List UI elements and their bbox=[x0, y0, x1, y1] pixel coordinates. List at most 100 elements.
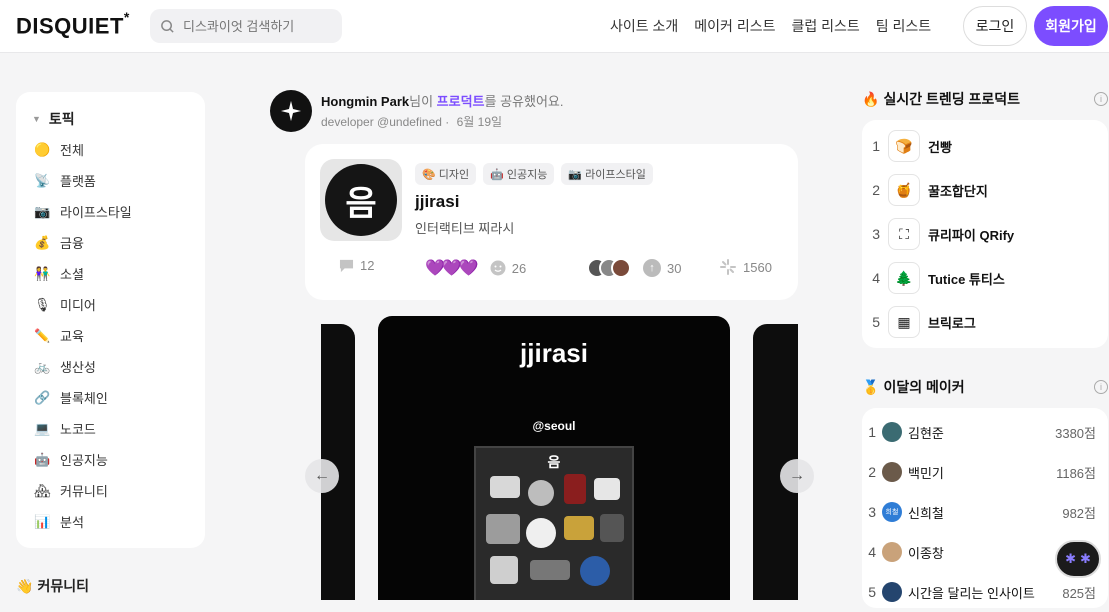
product-name[interactable]: jjirasi bbox=[415, 192, 459, 212]
login-button[interactable]: 로그인 bbox=[963, 6, 1027, 46]
sidebar-item-topic[interactable]: ✏️ 교육 bbox=[16, 320, 205, 351]
nav-clubs[interactable]: 클럽 리스트 bbox=[791, 16, 859, 36]
trending-rank: 5 bbox=[872, 314, 880, 330]
trending-item[interactable]: 2 🍯 꿀조합단지 bbox=[862, 168, 1108, 212]
sidebar-item-topic[interactable]: 🚲 생산성 bbox=[16, 351, 205, 382]
sidebar-item-topic[interactable]: 📊 분석 bbox=[16, 506, 205, 537]
makers-list: 1 김현준 3380점 2 백민기 1186점 3 희철 신희철 982점 4 이종창 5 시간을 달리는… bbox=[862, 408, 1108, 608]
trending-item[interactable]: 4 🌲 Tutice 튜티스 bbox=[862, 256, 1108, 300]
main-nav: 사이트 소개 메이커 리스트 클럽 리스트 팀 리스트 bbox=[610, 16, 931, 36]
tag-lifestyle[interactable]: 📷 라이프스타일 bbox=[561, 163, 653, 185]
nav-teams[interactable]: 팀 리스트 bbox=[876, 16, 931, 36]
carousel-current-slide[interactable]: jjirasi @seoul 음 bbox=[378, 316, 730, 600]
trending-item[interactable]: 5 ▦ 브릭로그 bbox=[862, 300, 1108, 344]
sidebar-item-label: 전체 bbox=[60, 143, 84, 158]
sparkle-burst-icon bbox=[720, 259, 736, 275]
nav-about[interactable]: 사이트 소개 bbox=[610, 16, 678, 36]
photo-heading-glyph: 음 bbox=[547, 454, 561, 470]
product-description: 인터랙티브 찌라시 bbox=[415, 221, 515, 236]
nav-makers[interactable]: 메이커 리스트 bbox=[694, 16, 775, 36]
product-logo-icon: 🌲 bbox=[888, 262, 920, 294]
info-icon[interactable]: i bbox=[1094, 92, 1108, 106]
fire-icon: 🔥 bbox=[862, 90, 880, 107]
maker-points: 3380점 bbox=[1055, 425, 1096, 441]
product-link[interactable]: 프로덕트 bbox=[437, 94, 485, 109]
action-prefix: 님이 bbox=[409, 94, 437, 109]
reaction-stat[interactable]: 💜💜💜 26 bbox=[425, 258, 526, 278]
topic-icon: 🟡 bbox=[34, 141, 51, 157]
post-action-line: Hongmin Park님이 프로덕트를 공유했어요. bbox=[321, 91, 564, 110]
sidebar-item-topic[interactable]: 🏘 커뮤니티 bbox=[16, 475, 205, 506]
sidebar-item-topic[interactable]: 📷 라이프스타일 bbox=[16, 196, 205, 227]
sidebar-item-label: 생산성 bbox=[60, 360, 96, 375]
sidebar-item-topic[interactable]: 💰 금융 bbox=[16, 227, 205, 258]
sparkle-icon bbox=[280, 100, 302, 122]
tag-ai[interactable]: 🤖 인공지능 bbox=[483, 163, 555, 185]
product-stats: 12 💜💜💜 26 ↑ 30 1560 bbox=[305, 258, 798, 282]
topic-header[interactable]: ▼ 토픽 bbox=[16, 104, 205, 134]
info-icon[interactable]: i bbox=[1094, 380, 1108, 394]
action-suffix: 를 공유했어요. bbox=[484, 94, 564, 109]
sidebar-item-label: 커뮤니티 bbox=[60, 484, 108, 499]
sticker bbox=[526, 518, 556, 548]
top-navigation-bar: DISQUIET* 사이트 소개 메이커 리스트 클럽 리스트 팀 리스트 로그… bbox=[0, 0, 1109, 53]
product-card[interactable]: 음 🎨 디자인 🤖 인공지능 📷 라이프스타일 jjirasi 인터랙티브 찌라… bbox=[305, 144, 798, 300]
sidebar-item-topic[interactable]: 🔗 블록체인 bbox=[16, 382, 205, 413]
maker-item[interactable]: 1 김현준 3380점 bbox=[862, 412, 1108, 452]
maker-avatar bbox=[882, 462, 902, 482]
maker-avatar bbox=[882, 582, 902, 602]
slide-location: @seoul bbox=[532, 419, 576, 433]
floating-chat-button[interactable]: ✱ ✱ bbox=[1055, 540, 1101, 578]
tag-design[interactable]: 🎨 디자인 bbox=[415, 163, 477, 185]
comment-stat[interactable]: 12 bbox=[339, 258, 374, 273]
sidebar-item-topic[interactable]: 🤖 인공지능 bbox=[16, 444, 205, 475]
maker-name: 신희철 bbox=[908, 505, 944, 521]
trending-item[interactable]: 1 🍞 건빵 bbox=[862, 124, 1108, 168]
product-image-carousel[interactable]: jjirasi @seoul 음 bbox=[321, 316, 798, 600]
sidebar-item-label: 블록체인 bbox=[60, 391, 108, 406]
sidebar-item-label: 미디어 bbox=[60, 298, 96, 313]
sidebar-item-label: 노코드 bbox=[60, 422, 96, 437]
upvote-arrow-icon[interactable]: ↑ bbox=[643, 259, 661, 277]
product-thumbnail[interactable]: 음 bbox=[320, 159, 402, 241]
author-avatar[interactable] bbox=[270, 90, 312, 132]
trending-item[interactable]: 3 ⛶ 큐리파이 QRify bbox=[862, 212, 1108, 256]
sidebar-item-topic[interactable]: 📡 플랫폼 bbox=[16, 165, 205, 196]
topic-icon: 🔗 bbox=[34, 389, 51, 405]
view-stat: 1560 bbox=[719, 258, 772, 276]
collapse-triangle-icon: ▼ bbox=[32, 114, 41, 124]
maker-avatar: 희철 bbox=[882, 502, 902, 522]
maker-rank: 4 bbox=[868, 544, 876, 560]
upvoter-avatar bbox=[611, 258, 631, 278]
sticker bbox=[530, 560, 570, 580]
purple-hearts-icon: 💜💜💜 bbox=[425, 260, 479, 277]
makers-title-text: 이달의 메이커 bbox=[883, 379, 965, 395]
topic-icon: 🤖 bbox=[34, 451, 51, 467]
medal-icon: 🥇 bbox=[862, 378, 880, 395]
maker-points: 825점 bbox=[1062, 585, 1096, 601]
signup-button[interactable]: 회원가입 bbox=[1034, 6, 1108, 46]
maker-rank: 3 bbox=[868, 504, 876, 520]
maker-item[interactable]: 3 희철 신희철 982점 bbox=[862, 492, 1108, 532]
maker-item[interactable]: 2 백민기 1186점 bbox=[862, 452, 1108, 492]
sidebar-item-topic[interactable]: 🎙 미디어 bbox=[16, 289, 205, 320]
author-name[interactable]: Hongmin Park bbox=[321, 94, 409, 109]
sidebar-item-topic[interactable]: 👫 소셜 bbox=[16, 258, 205, 289]
product-tags: 🎨 디자인 🤖 인공지능 📷 라이프스타일 bbox=[415, 163, 653, 185]
trending-product-name: 꿀조합단지 bbox=[928, 183, 988, 199]
maker-item[interactable]: 5 시간을 달리는 인사이트 825점 bbox=[862, 572, 1108, 612]
disquiet-logo[interactable]: DISQUIET* bbox=[16, 9, 130, 39]
sidebar-item-topic[interactable]: 💻 노코드 bbox=[16, 413, 205, 444]
search-box[interactable] bbox=[150, 9, 342, 43]
sidebar-item-topic[interactable]: 🟡 전체 bbox=[16, 134, 205, 165]
upvote-stat[interactable]: ↑ 30 bbox=[587, 258, 681, 278]
search-input[interactable] bbox=[183, 18, 333, 34]
carousel-prev-button[interactable]: ← bbox=[305, 459, 339, 493]
sidebar-item-label: 플랫폼 bbox=[60, 174, 96, 189]
sticker bbox=[600, 514, 624, 542]
slide-photo: 음 bbox=[474, 446, 634, 600]
post-date: 6월 19일 bbox=[456, 115, 503, 129]
carousel-next-button[interactable]: → bbox=[780, 459, 814, 493]
trending-title-text: 실시간 트렌딩 프로덕트 bbox=[883, 91, 1021, 107]
asterisk-icon: ✱ bbox=[1065, 551, 1076, 566]
